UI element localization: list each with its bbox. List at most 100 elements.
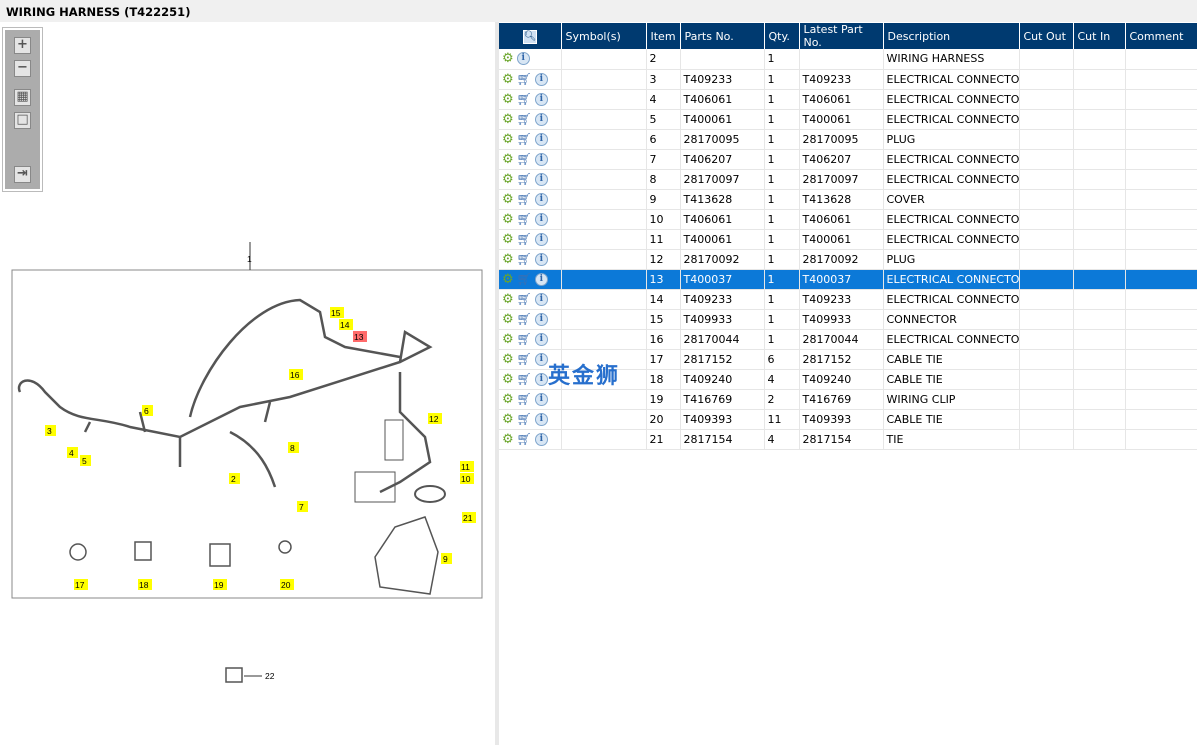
cart-icon[interactable]: 🛒︎ [517,432,532,446]
diagram-panel[interactable]: + − ▦ □ ⇥ 1 2 3 4 5 6 7 8 9 10 11 12 13 … [0,22,495,745]
cart-icon[interactable]: 🛒︎ [517,192,532,206]
info-icon[interactable]: i [534,112,548,126]
info-icon[interactable]: i [534,252,548,266]
gear-icon[interactable]: ⚙ [502,432,514,447]
search-column-header[interactable]: 🔍︎ [499,23,562,49]
callout-18[interactable]: 18 [139,580,149,590]
gear-icon[interactable]: ⚙ [502,112,514,127]
info-icon[interactable]: i [516,52,530,66]
info-icon[interactable]: i [534,72,548,86]
cart-icon[interactable]: 🛒︎ [517,332,532,346]
table-row[interactable]: ⚙ 🛒︎ i 8 28170097 1 28170097 ELECTRICAL CONNECT… [499,169,1197,190]
actual-size-button[interactable]: □ [14,112,31,129]
table-row[interactable]: ⚙ 🛒︎ i 14 T409233 1 T409233 ELECTRICAL CONNECTO… [499,289,1197,310]
cart-icon[interactable]: 🛒︎ [517,212,532,226]
gear-icon[interactable]: ⚙ [502,272,514,287]
cart-icon[interactable]: 🛒︎ [517,112,532,126]
info-icon[interactable]: i [534,92,548,106]
callout-5[interactable]: 5 [82,456,87,466]
callout-2[interactable]: 2 [231,474,236,484]
toggle-panel-button[interactable]: ⇥ [14,166,31,183]
table-row[interactable]: ⚙ 🛒︎ i 12 28170092 1 28170092 PLUG [499,249,1197,270]
cart-icon[interactable]: 🛒︎ [517,272,532,286]
info-icon[interactable]: i [534,392,548,406]
table-row[interactable]: ⚙ 🛒︎ i 20 T409393 11 T409393 CABLE TIE [499,409,1197,430]
gear-icon[interactable]: ⚙ [502,132,514,147]
callout-13[interactable]: 13 [354,332,364,342]
callout-16[interactable]: 16 [290,370,300,380]
callout-22[interactable]: 22 [265,671,275,681]
column-header[interactable]: Comment [1125,23,1197,49]
info-icon[interactable]: i [534,332,548,346]
callout-3[interactable]: 3 [47,426,52,436]
gear-icon[interactable]: ⚙ [502,72,514,87]
table-row[interactable]: ⚙ 🛒︎ i 5 T400061 1 T400061 ELECTRICAL CONNECTOR [499,109,1197,130]
gear-icon[interactable]: ⚙ [502,372,514,387]
magnifier-icon[interactable]: 🔍︎ [522,29,537,44]
column-header[interactable]: Description [883,23,1020,49]
callout-19[interactable]: 19 [214,580,224,590]
cart-icon[interactable]: 🛒︎ [517,172,532,186]
table-row[interactable]: ⚙ 🛒︎ i 7 T406207 1 T406207 ELECTRICAL CONNECTOR [499,149,1197,170]
info-icon[interactable]: i [534,232,548,246]
callout-20[interactable]: 20 [281,580,291,590]
callout-7[interactable]: 7 [299,502,304,512]
callout-11[interactable]: 11 [461,462,470,472]
info-icon[interactable]: i [534,432,548,446]
info-icon[interactable]: i [534,152,548,166]
callout-14[interactable]: 14 [340,320,350,330]
column-header[interactable]: Latest Part No. [799,23,884,49]
cart-icon[interactable]: 🛒︎ [517,152,532,166]
wiring-harness-diagram[interactable]: 1 2 3 4 5 6 7 8 9 10 11 12 13 14 15 16 1… [0,222,495,722]
info-icon[interactable]: i [534,312,548,326]
callout-21[interactable]: 21 [463,513,473,523]
gear-icon[interactable]: ⚙ [502,292,514,307]
table-row[interactable]: ⚙ 🛒︎ i 3 T409233 1 T409233 ELECTRICAL CONNECTOR [499,69,1197,90]
table-row[interactable]: ⚙ i 2 1 WIRING HARNESS [499,49,1197,70]
info-icon[interactable]: i [534,132,548,146]
callout-15[interactable]: 15 [331,308,341,318]
table-row[interactable]: ⚙ 🛒︎ i 16 28170044 1 28170044 ELECTRICAL CONNEC… [499,329,1197,350]
info-icon[interactable]: i [534,292,548,306]
column-header[interactable]: Qty. [764,23,800,49]
column-header[interactable]: Symbol(s) [561,23,647,49]
cart-icon[interactable]: 🛒︎ [517,252,532,266]
cart-icon[interactable]: 🛒︎ [517,92,532,106]
info-icon[interactable]: i [534,172,548,186]
info-icon[interactable]: i [534,412,548,426]
table-row[interactable]: ⚙ 🛒︎ i 10 T406061 1 T406061 ELECTRICAL CONNECTO… [499,209,1197,230]
table-row[interactable]: ⚙ 🛒︎ i 13 T400037 1 T400037 ELECTRICAL CONNECTO… [499,269,1197,290]
cart-icon[interactable]: 🛒︎ [517,372,532,386]
table-row[interactable]: ⚙ 🛒︎ i 9 T413628 1 T413628 COVER [499,189,1197,210]
callout-1[interactable]: 1 [247,254,252,264]
table-row[interactable]: ⚙ 🛒︎ i 6 28170095 1 28170095 PLUG [499,129,1197,150]
table-row[interactable]: ⚙ 🛒︎ i 4 T406061 1 T406061 ELECTRICAL CONNECTOR [499,89,1197,110]
gear-icon[interactable]: ⚙ [502,352,514,367]
callout-12[interactable]: 12 [429,414,439,424]
gear-icon[interactable]: ⚙ [502,92,514,107]
cart-icon[interactable]: 🛒︎ [517,392,532,406]
table-row[interactable]: ⚙ 🛒︎ i 11 T400061 1 T400061 ELECTRICAL CONNECTO… [499,229,1197,250]
gear-icon[interactable]: ⚙ [502,212,514,227]
info-icon[interactable]: i [534,372,548,386]
cart-icon[interactable]: 🛒︎ [517,352,532,366]
callout-17[interactable]: 17 [75,580,85,590]
column-header[interactable]: Cut Out [1019,23,1074,49]
table-row[interactable]: ⚙ 🛒︎ i 15 T409933 1 T409933 CONNECTOR [499,309,1197,330]
cart-icon[interactable]: 🛒︎ [517,312,532,326]
gear-icon[interactable]: ⚙ [502,332,514,347]
zoom-in-button[interactable]: + [14,37,31,54]
callout-4[interactable]: 4 [69,448,74,458]
gear-icon[interactable]: ⚙ [502,312,514,327]
info-icon[interactable]: i [534,212,548,226]
gear-icon[interactable]: ⚙ [502,232,514,247]
gear-icon[interactable]: ⚙ [502,172,514,187]
callout-8[interactable]: 8 [290,443,295,453]
gear-icon[interactable]: ⚙ [502,252,514,267]
cart-icon[interactable]: 🛒︎ [517,412,532,426]
cart-icon[interactable]: 🛒︎ [517,292,532,306]
info-icon[interactable]: i [534,272,548,286]
zoom-out-button[interactable]: − [14,60,31,77]
column-header[interactable]: Cut In [1073,23,1126,49]
column-header[interactable]: Item [646,23,681,49]
